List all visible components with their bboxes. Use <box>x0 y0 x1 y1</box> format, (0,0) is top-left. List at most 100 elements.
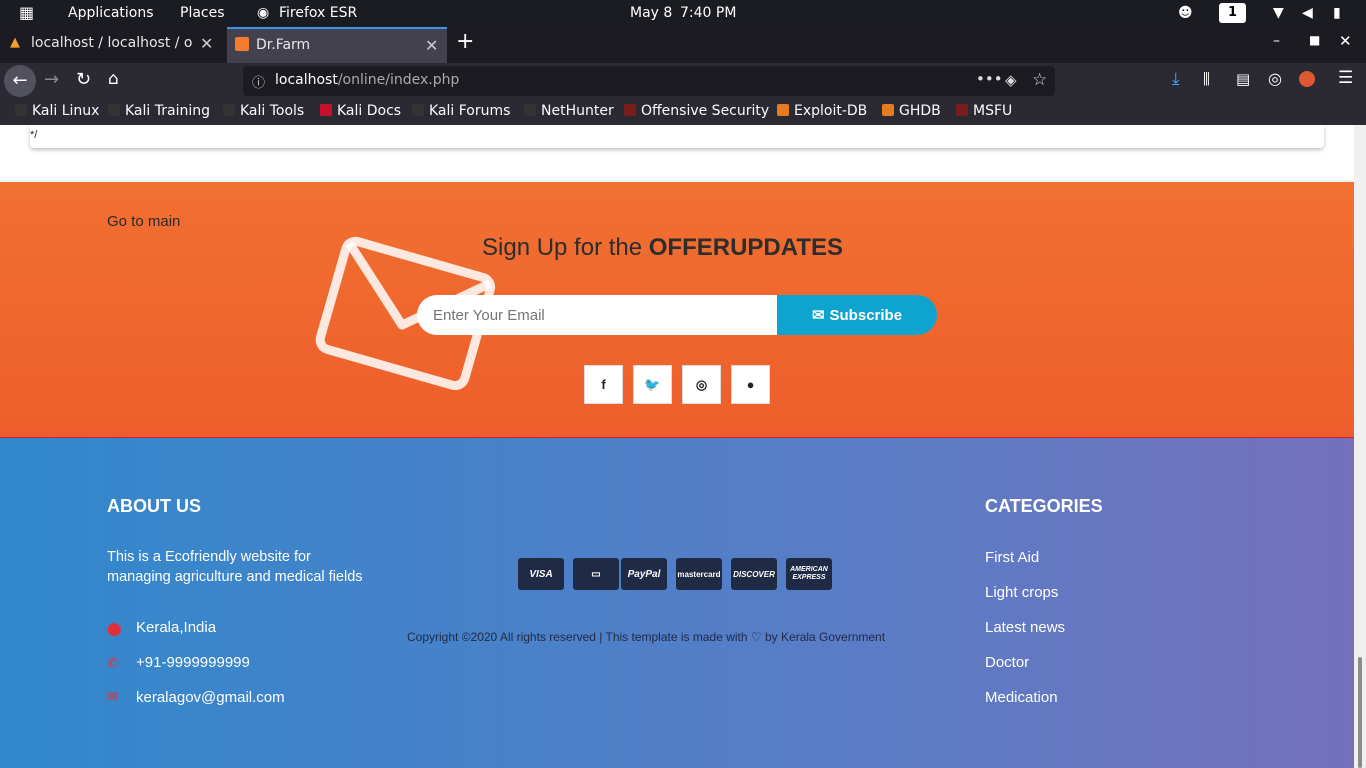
workspace-indicator[interactable]: 1 <box>1219 3 1246 23</box>
bookmarks-toolbar: Kali Linux Kali Training Kali Tools Kali… <box>0 99 1366 125</box>
msfu-icon <box>956 104 968 116</box>
phpmyadmin-icon: ▲ <box>10 35 20 50</box>
minimize-icon[interactable]: – <box>1273 33 1280 49</box>
forward-icon[interactable]: → <box>44 69 59 90</box>
email-input[interactable] <box>417 295 778 335</box>
scrollbar-thumb[interactable] <box>1358 657 1362 768</box>
categories-heading: CATEGORIES <box>985 496 1103 516</box>
system-top-bar: ▦ Applications Places ◉ Firefox ESR May … <box>0 0 1366 27</box>
clock-date[interactable]: May 8 <box>630 5 672 21</box>
downloads-icon[interactable]: ⤓ <box>1172 69 1180 89</box>
maximize-icon[interactable]: ■ <box>1309 33 1320 47</box>
close-tab-icon[interactable]: ✕ <box>200 34 213 53</box>
heart-icon: ♡ <box>750 630 762 644</box>
visa-card-icon: VISA <box>518 558 564 590</box>
github-button[interactable]: ● <box>731 365 770 404</box>
pocket-icon[interactable]: ◈ <box>1005 71 1017 89</box>
clock-time[interactable]: 7:40 PM <box>680 5 736 21</box>
library-icon[interactable]: ⫼ <box>1203 70 1210 88</box>
code-snippet-box: */ <box>30 125 1324 148</box>
ghdb-icon <box>882 104 894 116</box>
url-bar[interactable]: ⓘ localhost/online/index.php ••• ◈ ☆ <box>243 66 1055 96</box>
close-window-icon[interactable]: ✕ <box>1339 32 1352 50</box>
bookmark-kali-training[interactable]: Kali Training <box>108 103 210 119</box>
tab-label: localhost / localhost / onli <box>31 35 193 51</box>
app-grid-icon[interactable]: ▦ <box>19 3 34 22</box>
facebook-button[interactable]: f <box>584 365 623 404</box>
applications-menu[interactable]: Applications <box>68 5 154 21</box>
new-tab-icon[interactable]: + <box>456 29 474 54</box>
account-icon[interactable]: ◎ <box>1268 69 1282 88</box>
reload-icon[interactable]: ↻ <box>76 69 91 90</box>
sidebar-icon[interactable]: ▤ <box>1236 70 1250 88</box>
xampp-icon <box>235 37 249 51</box>
kali-icon <box>223 104 235 116</box>
home-icon[interactable]: ⌂ <box>108 69 119 89</box>
close-tab-icon[interactable]: ✕ <box>425 36 438 55</box>
amex-card-icon: AMERICAN EXPRESS <box>786 558 832 590</box>
docs-icon <box>320 104 332 116</box>
newsletter-section: Go to main Sign Up for the OFFERUPDATES … <box>0 180 1354 440</box>
twitter-button[interactable]: 🐦 <box>633 365 672 404</box>
credit-card-icon: ▭ <box>573 558 619 590</box>
category-first-aid[interactable]: First Aid <box>985 549 1039 566</box>
category-medication[interactable]: Medication <box>985 689 1058 706</box>
contact-email[interactable]: keralagov@gmail.com <box>136 689 285 706</box>
url-text[interactable]: localhost/online/index.php <box>275 72 459 88</box>
back-icon[interactable]: ← <box>4 65 36 97</box>
tab-drfarm[interactable]: Dr.Farm ✕ <box>227 27 447 63</box>
instagram-button[interactable]: ◎ <box>682 365 721 404</box>
category-latest-news[interactable]: Latest news <box>985 619 1065 636</box>
code-snippet-text: */ <box>30 129 38 141</box>
active-app-name[interactable]: Firefox ESR <box>279 5 357 21</box>
envelope-icon: ✉ <box>811 307 825 324</box>
page-scrollbar[interactable] <box>1354 125 1366 768</box>
duckduckgo-icon[interactable] <box>1299 71 1315 87</box>
battery-icon[interactable]: ▮ <box>1333 5 1341 21</box>
go-to-main-link[interactable]: Go to main <box>107 213 180 230</box>
exploitdb-icon <box>777 104 789 116</box>
offsec-icon <box>624 104 636 116</box>
facebook-icon: f <box>601 377 606 392</box>
places-menu[interactable]: Places <box>180 5 225 21</box>
contact-location: Kerala,India <box>136 619 217 636</box>
footer: ABOUT US This is a Ecofriendly website f… <box>0 438 1354 768</box>
bookmark-kali-forums[interactable]: Kali Forums <box>412 103 510 119</box>
volume-icon[interactable]: ◀ <box>1302 5 1313 21</box>
signup-heading: Sign Up for the OFFERUPDATES <box>482 234 843 261</box>
location-icon: ⬤ <box>107 621 122 636</box>
page-viewport[interactable]: */ Go to main Sign Up for the OFFERUPDAT… <box>0 125 1354 768</box>
paypal-card-icon: PayPal <box>621 558 667 590</box>
subscribe-button[interactable]: ✉ Subscribe <box>777 295 937 335</box>
firefox-icon: ◉ <box>257 5 270 21</box>
twitter-icon: 🐦 <box>644 376 661 392</box>
category-light-crops[interactable]: Light crops <box>985 584 1058 601</box>
kali-icon <box>412 104 424 116</box>
tab-label: Dr.Farm <box>256 37 311 53</box>
bookmark-kali-tools[interactable]: Kali Tools <box>223 103 304 119</box>
bookmark-exploit-db[interactable]: Exploit-DB <box>777 103 867 119</box>
bookmark-nethunter[interactable]: NetHunter <box>524 103 614 119</box>
page-actions-icon[interactable]: ••• <box>976 70 1003 88</box>
category-doctor[interactable]: Doctor <box>985 654 1029 671</box>
info-icon[interactable]: ⓘ <box>252 72 265 91</box>
bookmark-star-icon[interactable]: ☆ <box>1032 70 1047 90</box>
about-text: This is a Ecofriendly website for managi… <box>107 549 363 585</box>
bookmark-msfu[interactable]: MSFU <box>956 103 1012 119</box>
menu-icon[interactable]: ☰ <box>1338 68 1353 88</box>
people-icon[interactable]: ☻ <box>1178 5 1193 21</box>
wifi-icon[interactable]: ▼ <box>1273 5 1284 21</box>
contact-phone[interactable]: +91-9999999999 <box>136 654 250 671</box>
discover-card-icon: DISCOVER <box>731 558 777 590</box>
copyright-text: Copyright ©2020 All rights reserved | Th… <box>407 630 886 644</box>
bookmark-kali-linux[interactable]: Kali Linux <box>15 103 99 119</box>
nethunter-icon <box>524 104 536 116</box>
bookmark-kali-docs[interactable]: Kali Docs <box>320 103 401 119</box>
tab-localhost[interactable]: ▲ localhost / localhost / onli ✕ <box>0 27 225 61</box>
phone-icon: ✆ <box>107 655 118 670</box>
bookmark-ghdb[interactable]: GHDB <box>882 103 941 119</box>
bookmark-offensive-security[interactable]: Offensive Security <box>624 103 769 119</box>
github-icon: ● <box>746 377 755 392</box>
navigation-toolbar: ← → ↻ ⌂ ⓘ localhost/online/index.php •••… <box>0 63 1366 99</box>
instagram-icon: ◎ <box>695 376 708 392</box>
